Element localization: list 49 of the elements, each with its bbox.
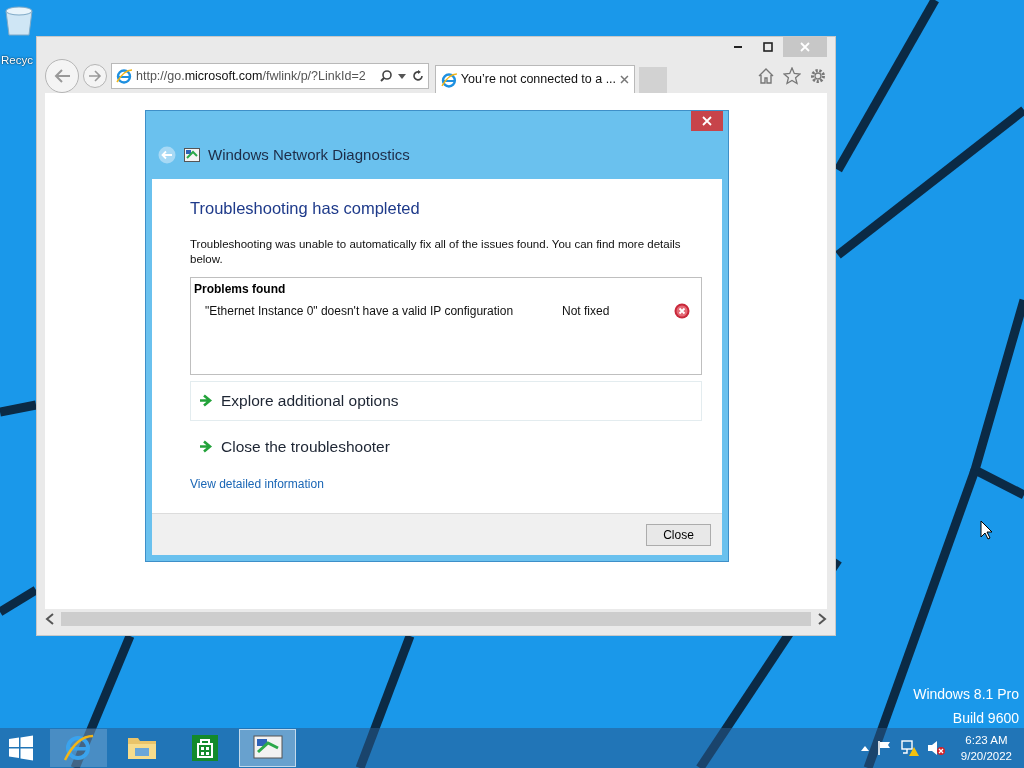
build-text: Build 9600 <box>952 709 1019 728</box>
flag-icon[interactable] <box>876 740 893 756</box>
back-button[interactable] <box>45 59 79 93</box>
option-link[interactable]: Explore additional options <box>190 380 702 421</box>
close-button[interactable]: Close <box>646 523 711 546</box>
browser-tab[interactable]: You’re not connected to a ... <box>435 65 635 93</box>
detail-link[interactable]: View detailed information <box>190 474 324 493</box>
recycle-bin-icon[interactable] <box>5 6 33 36</box>
dropdown-caret-icon[interactable] <box>398 73 406 79</box>
url-text[interactable]: http://go.microsoft.com/fwlink/p/?LinkId=2 <box>136 66 366 86</box>
problems-header: Problems found <box>194 280 287 298</box>
dialog-title: Windows Network Diagnostics <box>208 144 410 165</box>
clock-date[interactable]: 9/20/2022 <box>960 748 1012 764</box>
search-icon[interactable] <box>380 70 392 82</box>
scroll-right-icon[interactable] <box>817 613 827 625</box>
start-windows-icon[interactable] <box>8 735 34 761</box>
close-icon <box>702 116 712 126</box>
settings-gear-icon[interactable] <box>809 67 827 85</box>
browser-icon <box>441 71 457 88</box>
close-button[interactable] <box>691 111 723 131</box>
maximize-icon <box>763 42 773 52</box>
back-arrow-icon <box>53 68 71 84</box>
speaker-muted-icon[interactable] <box>926 740 945 756</box>
close-icon <box>800 42 810 52</box>
status-text: Not fixed <box>562 302 611 320</box>
network-diagnostics-icon <box>184 148 200 162</box>
option-link[interactable]: Close the troubleshooter <box>190 426 702 467</box>
refresh-icon[interactable] <box>412 70 424 82</box>
message-text: Troubleshooting was unable to automatically fix all of the issues found. You can find more details below. <box>190 236 682 267</box>
favorites-star-icon[interactable] <box>783 67 801 85</box>
tab-close-icon[interactable] <box>620 75 629 84</box>
network-warning-icon[interactable] <box>900 740 919 756</box>
mouse-cursor-icon <box>980 520 993 540</box>
home-icon[interactable] <box>757 67 775 85</box>
arrow-icon <box>199 440 213 454</box>
scrollbar-thumb[interactable] <box>61 612 811 626</box>
minimize-icon <box>734 46 742 48</box>
edition-text: Windows 8.1 Pro <box>913 685 1019 704</box>
taskbar-app-button[interactable] <box>239 729 296 767</box>
forward-arrow-icon <box>88 70 102 82</box>
taskbar-app-button[interactable] <box>50 729 107 767</box>
show-hidden-icons-caret[interactable] <box>860 745 869 751</box>
scroll-left-icon[interactable] <box>45 613 55 625</box>
problem-text: "Ethernet Instance 0" doesn't have a valid IP configuration <box>205 302 514 320</box>
heading-text: Troubleshooting has completed <box>190 199 421 219</box>
browser-icon <box>116 68 132 84</box>
address-bar[interactable]: http://go.microsoft.com/fwlink/p/?LinkId=2 <box>111 63 429 89</box>
arrow-icon <box>199 394 213 408</box>
clock-time[interactable]: 6:23 AM <box>960 732 1012 748</box>
